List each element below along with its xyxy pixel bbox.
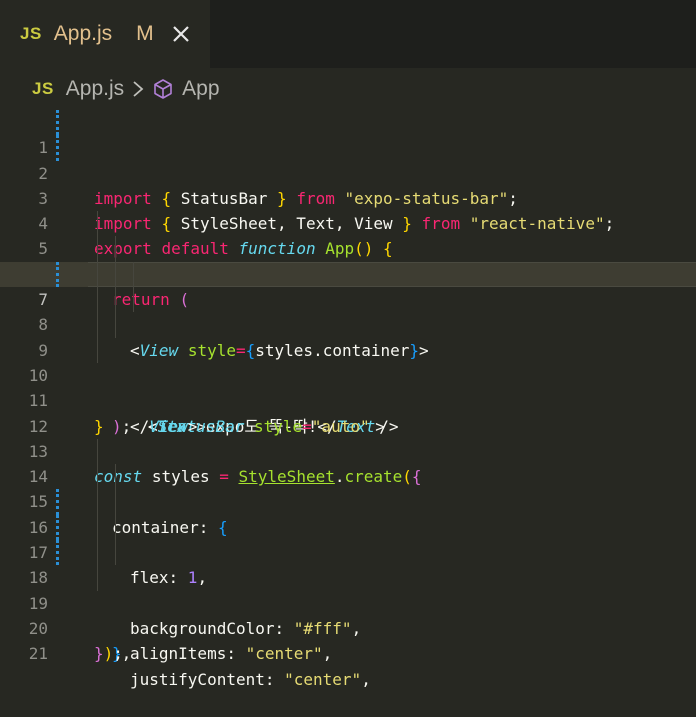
indent-guide: [97, 211, 98, 237]
code-line-12: 12: [0, 388, 696, 436]
indent-guide: [97, 312, 98, 338]
code-line-18: 18 justifyContent: "center",: [0, 540, 696, 689]
tab-bar: JS App.js M: [0, 0, 696, 68]
indent-guide: [115, 236, 116, 262]
code-line-15: 15 flex: 1,: [0, 464, 696, 587]
code-line-21: 21: [0, 616, 696, 663]
line-number: 21: [28, 644, 48, 664]
indent-guide: [115, 489, 116, 515]
indent-guide: [97, 287, 98, 313]
code-line-8: 8 <StatusBar style="auto" />: [0, 287, 696, 436]
code-line-1: 1 import { StatusBar } from "expo-status…: [0, 110, 696, 208]
indent-guide: [97, 438, 98, 465]
code-editor[interactable]: 1 import { StatusBar } from "expo-status…: [0, 110, 696, 689]
indent-guide: [97, 261, 98, 288]
indent-guide: [133, 261, 134, 288]
indent-guide: [97, 565, 98, 591]
indent-guide: [115, 261, 116, 288]
cube-icon: [152, 78, 174, 100]
modified-gutter-marker[interactable]: [56, 261, 59, 288]
code-line-17: 17 alignItems: "center",: [0, 514, 696, 663]
code-line-10: 10 );: [0, 337, 696, 436]
breadcrumb: JS App.js App: [0, 68, 696, 110]
code-line-16: 16 backgroundColor: "#fff",: [0, 489, 696, 638]
indent-guide: [115, 514, 116, 541]
modified-gutter-marker[interactable]: [56, 514, 59, 541]
code-line-3: 3: [0, 161, 696, 208]
code-line-5: 5 return (: [0, 211, 696, 309]
code-line-4: 4 export default function App() {: [0, 186, 696, 258]
js-file-icon: JS: [20, 24, 42, 43]
code-line-7: 7 <Text>expo도 뚝-딱!</Text>: [0, 261, 696, 436]
code-line-13: 13 const styles = StyleSheet.create({: [0, 414, 696, 486]
indent-guide: [115, 540, 116, 566]
tab-modified-badge: M: [136, 22, 154, 45]
indent-guide: [133, 287, 134, 313]
breadcrumb-symbol[interactable]: App: [182, 77, 219, 101]
code-line-11: 11 }: [0, 363, 696, 435]
indent-guide: [115, 287, 116, 313]
code-content: alignItems: "center",: [130, 644, 333, 664]
chevron-right-icon: [132, 80, 144, 98]
breadcrumb-file[interactable]: App.js: [66, 77, 124, 101]
indent-guide: [97, 489, 98, 515]
indent-guide: [97, 514, 98, 541]
code-line-19: 19 },: [0, 565, 696, 663]
indent-guide: [97, 337, 98, 363]
indent-guide: [115, 312, 116, 338]
code-line-9: 9 </View>: [0, 312, 696, 436]
code-content: });: [94, 644, 123, 664]
js-file-icon: JS: [32, 79, 54, 98]
indent-guide: [115, 464, 116, 490]
indent-guide: [97, 236, 98, 262]
tab-file-name: App.js: [53, 22, 113, 45]
code-content: justifyContent: "center",: [130, 669, 371, 689]
indent-guide: [97, 540, 98, 566]
code-line-6: 6 <View style={styles.container}>: [0, 236, 696, 360]
modified-gutter-marker[interactable]: [56, 540, 59, 566]
code-line-14: 14 container: {: [0, 438, 696, 537]
modified-gutter-marker[interactable]: [56, 110, 59, 136]
close-icon[interactable]: [170, 23, 192, 45]
code-line-2: 2 import { StyleSheet, Text, View } from…: [0, 135, 696, 233]
modified-gutter-marker[interactable]: [56, 135, 59, 161]
tab-app-js[interactable]: JS App.js M: [0, 0, 210, 68]
indent-guide: [97, 464, 98, 490]
code-line-20: 20 });: [0, 591, 696, 663]
modified-gutter-marker[interactable]: [56, 489, 59, 515]
